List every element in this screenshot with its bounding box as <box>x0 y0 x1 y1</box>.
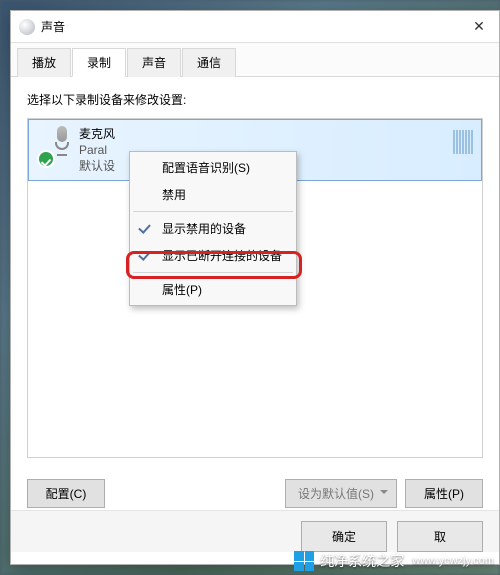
device-text: 麦克风 Paral 默认设 <box>79 126 115 174</box>
watermark: 纯净系统之家 www.ycwzjy.com <box>294 551 494 571</box>
watermark-logo-icon <box>294 551 314 571</box>
device-name: 麦克风 <box>79 126 115 142</box>
ctx-show-disabled[interactable]: 显示禁用的设备 <box>132 215 294 242</box>
microphone-icon <box>51 126 73 156</box>
titlebar: 声音 ✕ <box>11 11 499 43</box>
configure-button[interactable]: 配置(C) <box>27 479 105 508</box>
bottom-button-row: 配置(C) 设为默认值(S) 属性(P) <box>27 479 483 508</box>
cancel-button[interactable]: 取 <box>397 521 483 552</box>
tab-strip: 播放 录制 声音 通信 <box>11 43 499 77</box>
level-meter-icon <box>453 130 473 154</box>
watermark-url: www.ycwzjy.com <box>412 555 494 567</box>
ctx-disable[interactable]: 禁用 <box>132 181 294 208</box>
ctx-configure-speech[interactable]: 配置语音识别(S) <box>132 154 294 181</box>
context-menu: 配置语音识别(S) 禁用 显示禁用的设备 显示已断开连接的设备 属性(P) <box>129 151 297 306</box>
tab-recording[interactable]: 录制 <box>72 48 126 77</box>
set-default-button[interactable]: 设为默认值(S) <box>285 479 397 508</box>
device-subtitle: Paral <box>79 142 115 158</box>
sound-dialog: 声音 ✕ 播放 录制 声音 通信 选择以下录制设备来修改设置: 麦克风 <box>10 10 500 565</box>
ok-button[interactable]: 确定 <box>301 521 387 552</box>
ctx-separator <box>133 211 293 212</box>
ctx-show-disconnected[interactable]: 显示已断开连接的设备 <box>132 242 294 269</box>
ctx-separator <box>133 272 293 273</box>
watermark-brand: 纯净系统之家 <box>320 551 404 571</box>
properties-button[interactable]: 属性(P) <box>405 479 483 508</box>
dialog-button-row: 确定 取 <box>11 510 499 552</box>
tab-sounds[interactable]: 声音 <box>127 48 181 77</box>
sound-icon <box>19 19 35 35</box>
instruction-text: 选择以下录制设备来修改设置: <box>27 91 483 108</box>
tab-playback[interactable]: 播放 <box>17 48 71 77</box>
window-title: 声音 <box>41 18 459 35</box>
default-check-icon <box>37 150 55 168</box>
tab-communications[interactable]: 通信 <box>182 48 236 77</box>
device-icon-wrap <box>37 126 73 168</box>
ctx-properties[interactable]: 属性(P) <box>132 276 294 303</box>
device-status: 默认设 <box>79 158 115 174</box>
close-button[interactable]: ✕ <box>459 11 499 43</box>
